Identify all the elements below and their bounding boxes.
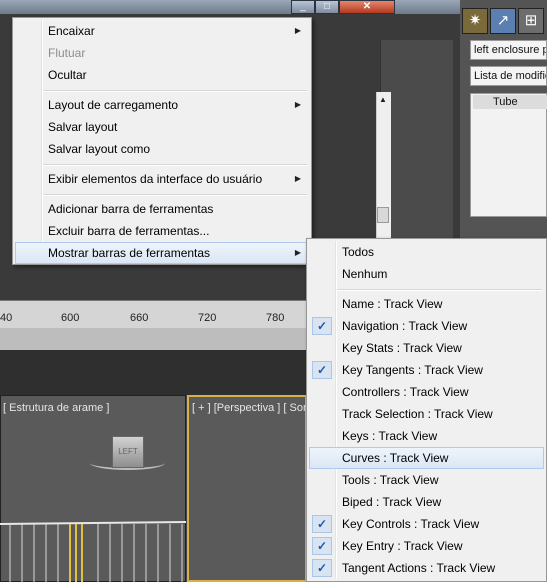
menu-item-label: Keys : Track View: [342, 429, 438, 443]
viewport-perspective[interactable]: [187, 395, 307, 582]
menu-item-label: Ocultar: [48, 68, 87, 82]
menu-item-label: Flutuar: [48, 46, 86, 60]
scroll-up-arrow-icon[interactable]: ▲: [377, 93, 389, 107]
menu-item-label: Key Stats : Track View: [342, 341, 462, 355]
menu-item-label: Key Controls : Track View: [342, 517, 480, 531]
menu-item-exibir-elementos[interactable]: Exibir elementos da interface do usuário…: [15, 168, 309, 190]
modifier-stack: [470, 93, 547, 217]
menu-item-label: Salvar layout como: [48, 142, 151, 156]
checkmark-icon: ✓: [312, 537, 332, 555]
context-menu: Encaixar ▶ Flutuar Ocultar Layout de carr…: [12, 17, 312, 265]
submenu-item-keys[interactable]: Keys : Track View: [309, 425, 544, 447]
checkmark-icon: ✓: [312, 515, 332, 533]
submenu-item-key-controls[interactable]: ✓ Key Controls : Track View: [309, 513, 544, 535]
modify-tab-icon[interactable]: ↗: [490, 8, 516, 34]
submenu-item-track-selection[interactable]: Track Selection : Track View: [309, 403, 544, 425]
menu-item-mostrar-barras[interactable]: Mostrar barras de ferramentas ▶: [15, 242, 309, 264]
wireframe-fence: [0, 521, 186, 582]
menu-item-label: Excluir barra de ferramentas...: [48, 224, 210, 238]
timeline-tick: 660: [130, 312, 149, 324]
menu-item-label: Track Selection : Track View: [342, 407, 493, 421]
menu-item-label: Mostrar barras de ferramentas: [48, 246, 211, 260]
viewcube-icon[interactable]: LEFT: [112, 436, 144, 468]
timeline-ruler[interactable]: [0, 300, 306, 329]
checkmark-icon: ✓: [312, 317, 332, 335]
submenu-item-curves[interactable]: Curves : Track View: [309, 447, 544, 469]
submenu-arrow-icon: ▶: [294, 248, 301, 257]
submenu-item-tangent-actions[interactable]: ✓ Tangent Actions : Track View: [309, 557, 544, 579]
submenu-item-key-stats[interactable]: Key Stats : Track View: [309, 337, 544, 359]
menu-separator: [337, 289, 542, 291]
menu-item-label: Encaixar: [48, 24, 95, 38]
submenu-arrow-icon: ▶: [294, 174, 301, 183]
timeline-tick: 720: [198, 312, 217, 324]
menu-item-salvar-layout-como[interactable]: Salvar layout como: [15, 138, 309, 160]
menu-item-label: Controllers : Track View: [342, 385, 469, 399]
submenu-arrow-icon: ▶: [294, 100, 301, 109]
submenu-item-tools[interactable]: Tools : Track View: [309, 469, 544, 491]
checkmark-icon: ✓: [312, 559, 332, 577]
menu-item-label: Tools : Track View: [342, 473, 439, 487]
hierarchy-tab-icon[interactable]: ⊞: [518, 8, 544, 34]
track-bar[interactable]: [0, 328, 306, 350]
menu-item-label: Tangent Actions : Track View: [342, 561, 496, 575]
submenu-item-biped[interactable]: Biped : Track View: [309, 491, 544, 513]
menu-item-label: Todos: [342, 245, 375, 259]
menu-separator: [43, 164, 307, 166]
menu-item-label: Key Entry : Track View: [342, 539, 463, 553]
menu-item-flutuar: Flutuar: [15, 42, 309, 64]
menu-item-layout-carregamento[interactable]: Layout de carregamento ▶: [15, 94, 309, 116]
minimize-button[interactable]: _: [291, 0, 315, 14]
menu-item-ocultar[interactable]: Ocultar: [15, 64, 309, 86]
menu-item-adicionar-barra[interactable]: Adicionar barra de ferramentas: [15, 198, 309, 220]
submenu-arrow-icon: ▶: [294, 26, 301, 35]
menu-item-label: Exibir elementos da interface do usuário: [48, 172, 263, 186]
menu-item-label: Adicionar barra de ferramentas: [48, 202, 214, 216]
menu-item-salvar-layout[interactable]: Salvar layout: [15, 116, 309, 138]
menu-separator: [43, 90, 307, 92]
close-button[interactable]: ✕: [339, 0, 395, 14]
submenu-item-key-entry[interactable]: ✓ Key Entry : Track View: [309, 535, 544, 557]
stack-item-tube[interactable]: Tube: [473, 95, 547, 109]
timeline-tick: 40: [0, 312, 13, 324]
toolbars-submenu: Todos Nenhum Name : Track View ✓ Navigati…: [306, 238, 547, 582]
viewport-perspective-label[interactable]: [ + ] [Perspectiva ] [ Som: [192, 402, 312, 414]
maximize-button[interactable]: □: [315, 0, 339, 14]
create-tab-icon[interactable]: ✷: [462, 8, 488, 34]
timeline-tick: 780: [266, 312, 285, 324]
menu-item-label: Navigation : Track View: [342, 319, 468, 333]
viewport-left-label[interactable]: [ Estrutura de arame ]: [3, 402, 109, 414]
submenu-item-navigation[interactable]: ✓ Navigation : Track View: [309, 315, 544, 337]
menu-item-label: Salvar layout: [48, 120, 118, 134]
modifier-list-dropdown[interactable]: Lista de modific: [470, 66, 547, 86]
menu-item-excluir-barra[interactable]: Excluir barra de ferramentas...: [15, 220, 309, 242]
menu-item-encaixar[interactable]: Encaixar ▶: [15, 20, 309, 42]
checkmark-icon: ✓: [312, 361, 332, 379]
object-name-field[interactable]: left enclosure p: [470, 40, 547, 60]
submenu-item-controllers[interactable]: Controllers : Track View: [309, 381, 544, 403]
menu-item-label: Biped : Track View: [342, 495, 442, 509]
submenu-item-todos[interactable]: Todos: [309, 241, 544, 263]
menu-item-label: Name : Track View: [342, 297, 443, 311]
submenu-item-nenhum[interactable]: Nenhum: [309, 263, 544, 285]
menu-item-label: Curves : Track View: [342, 451, 449, 465]
submenu-item-key-tangents[interactable]: ✓ Key Tangents : Track View: [309, 359, 544, 381]
menu-item-label: Key Tangents : Track View: [342, 363, 483, 377]
scrollbar-thumb[interactable]: [377, 207, 389, 223]
menu-separator: [43, 194, 307, 196]
menu-item-label: Layout de carregamento: [48, 98, 179, 112]
submenu-item-name[interactable]: Name : Track View: [309, 293, 544, 315]
menu-item-label: Nenhum: [342, 267, 388, 281]
timeline-tick: 600: [61, 312, 80, 324]
